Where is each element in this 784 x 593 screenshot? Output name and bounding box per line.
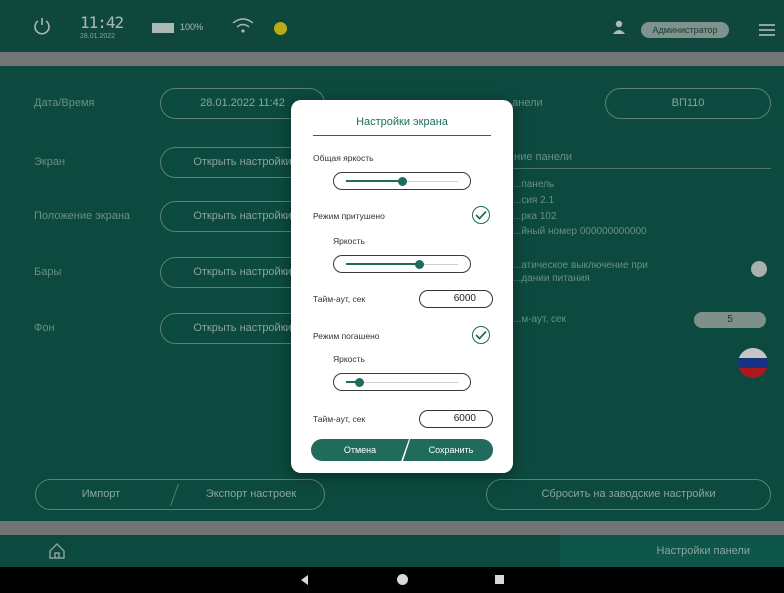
off-timeout-input[interactable]: 6000 — [419, 410, 493, 428]
save-button[interactable]: Сохранить — [403, 439, 493, 461]
off-brightness-label: Яркость — [333, 354, 365, 364]
title-underline — [313, 135, 491, 136]
brightness-label: Общая яркость — [313, 153, 374, 163]
back-icon[interactable] — [301, 575, 308, 585]
dialog-actions: Отмена Сохранить — [311, 439, 493, 461]
off-mode-checkbox[interactable] — [472, 326, 490, 344]
screen-settings-dialog: Настройки экрана Общая яркость Режим при… — [291, 100, 513, 473]
off-timeout-label: Тайм-аут, сек — [313, 414, 366, 424]
recents-icon[interactable] — [495, 575, 504, 584]
off-brightness-slider[interactable] — [333, 373, 471, 391]
dim-mode-label: Режим притушено — [313, 211, 385, 221]
dim-brightness-slider[interactable] — [333, 255, 471, 273]
brightness-slider[interactable] — [333, 172, 471, 190]
dim-mode-checkbox[interactable] — [472, 206, 490, 224]
home-circle-icon[interactable] — [397, 574, 408, 585]
slider-knob[interactable] — [397, 177, 407, 186]
slider-knob[interactable] — [354, 378, 364, 387]
slider-knob[interactable] — [415, 260, 425, 269]
cancel-button[interactable]: Отмена — [311, 439, 409, 461]
check-icon — [475, 210, 487, 220]
dialog-title: Настройки экрана — [356, 116, 448, 128]
dim-timeout-input[interactable]: 6000 — [419, 290, 493, 308]
dim-brightness-label: Яркость — [333, 236, 365, 246]
off-mode-label: Режим погашено — [313, 331, 380, 341]
check-icon — [475, 330, 487, 340]
screen: 11:42 28.01.2022 100% Администратор Дата… — [0, 0, 784, 593]
slider-fill — [346, 180, 402, 182]
dim-timeout-label: Тайм-аут, сек — [313, 294, 366, 304]
slider-fill — [346, 263, 420, 265]
system-navigation-bar — [0, 567, 784, 593]
